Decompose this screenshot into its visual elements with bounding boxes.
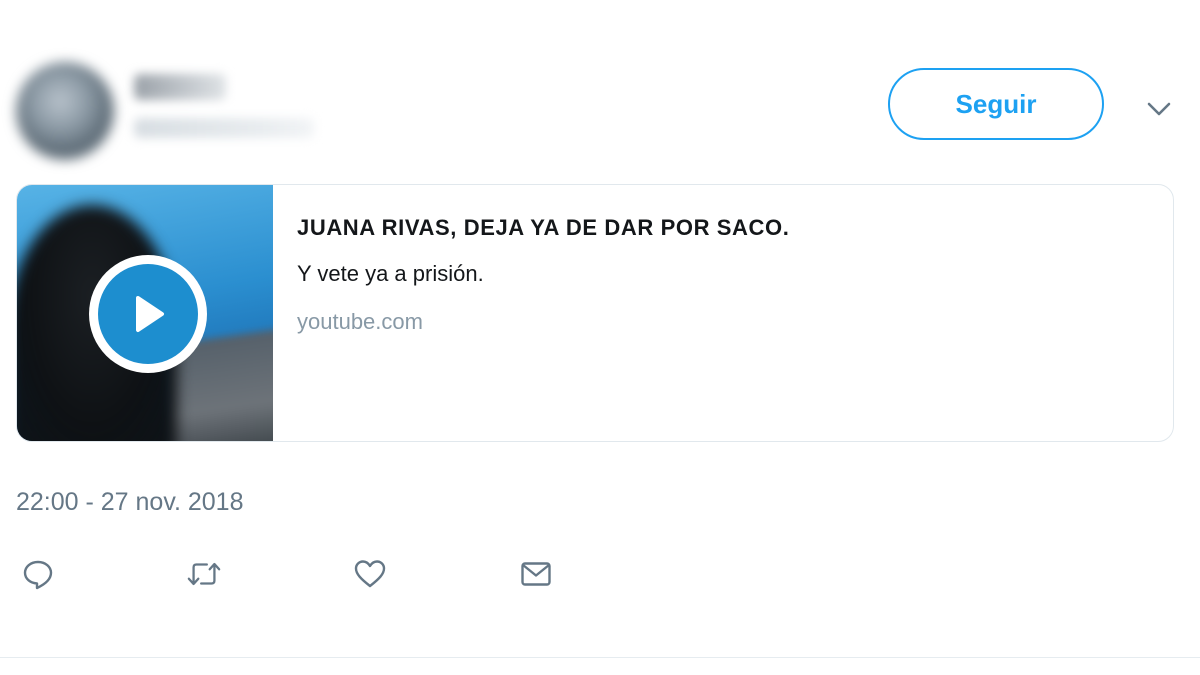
username-blurred[interactable] xyxy=(134,118,314,138)
chevron-down-icon[interactable] xyxy=(1142,92,1176,126)
tweet-timestamp[interactable]: 22:00 - 27 nov. 2018 xyxy=(16,488,244,517)
play-button[interactable] xyxy=(89,255,207,373)
heart-icon[interactable] xyxy=(352,556,388,592)
follow-button[interactable]: Seguir xyxy=(888,68,1104,140)
avatar[interactable] xyxy=(16,62,114,160)
video-thumbnail[interactable] xyxy=(17,185,273,441)
play-icon xyxy=(98,264,198,364)
link-card[interactable]: JUANA RIVAS, DEJA YA DE DAR POR SACO. Y … xyxy=(16,184,1174,442)
reply-icon[interactable] xyxy=(20,556,56,592)
action-bar xyxy=(20,556,620,592)
card-title: JUANA RIVAS, DEJA YA DE DAR POR SACO. xyxy=(297,215,790,240)
card-text: JUANA RIVAS, DEJA YA DE DAR POR SACO. Y … xyxy=(273,185,789,441)
divider xyxy=(0,657,1200,658)
card-domain: youtube.com xyxy=(297,309,423,334)
display-name-blurred[interactable] xyxy=(134,74,226,100)
retweet-icon[interactable] xyxy=(186,556,222,592)
card-description: Y vete ya a prisión. xyxy=(297,261,484,286)
mail-icon[interactable] xyxy=(518,556,554,592)
tweet: Seguir JUANA RIVAS, DEJA YA DE DAR POR S… xyxy=(0,0,1200,675)
